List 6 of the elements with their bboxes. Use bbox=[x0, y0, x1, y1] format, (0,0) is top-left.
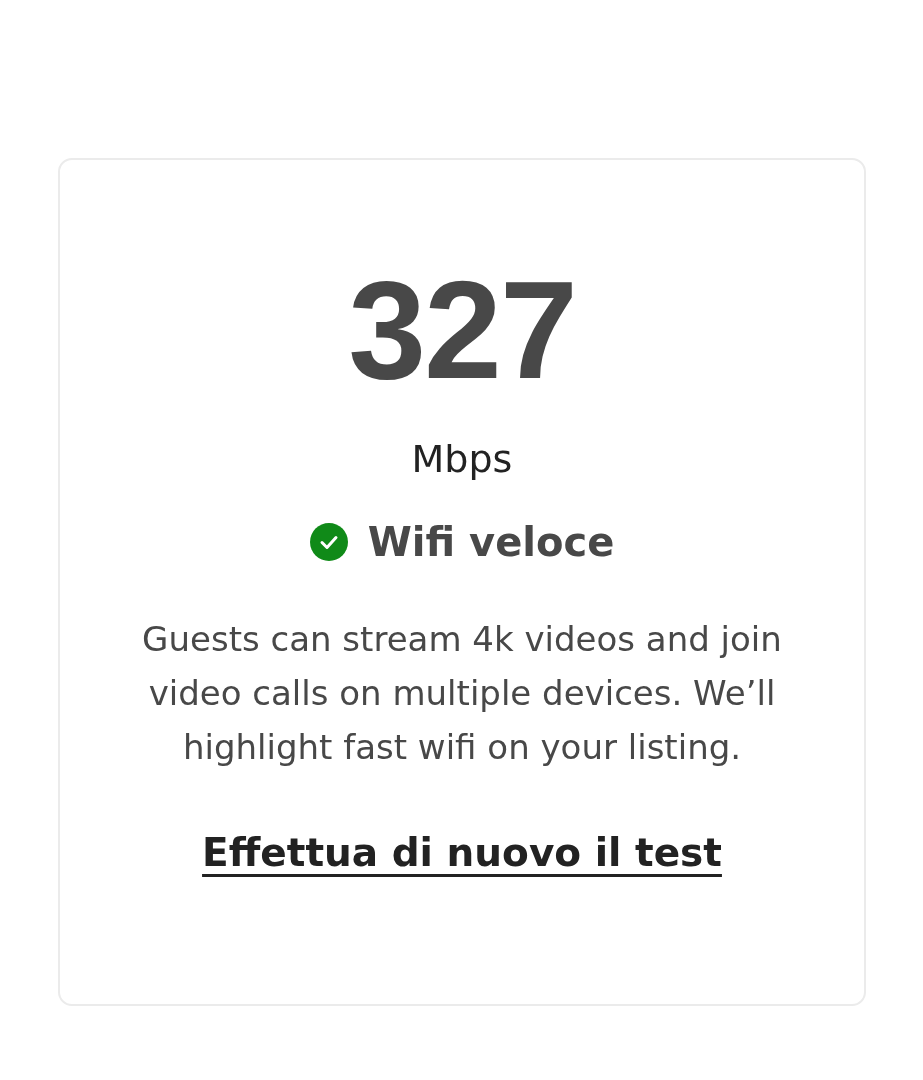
speed-unit: Mbps bbox=[411, 440, 513, 478]
speed-value: 327 bbox=[348, 260, 576, 400]
check-icon bbox=[309, 523, 348, 561]
status-label: Wifi veloce bbox=[367, 522, 615, 562]
description-text: Guests can stream 4k videos and join video calls on multiple devices. We’ll highlight fast wifi on your listing. bbox=[141, 618, 783, 769]
retest-link[interactable]: Effettua di nuovo il test bbox=[202, 830, 722, 875]
